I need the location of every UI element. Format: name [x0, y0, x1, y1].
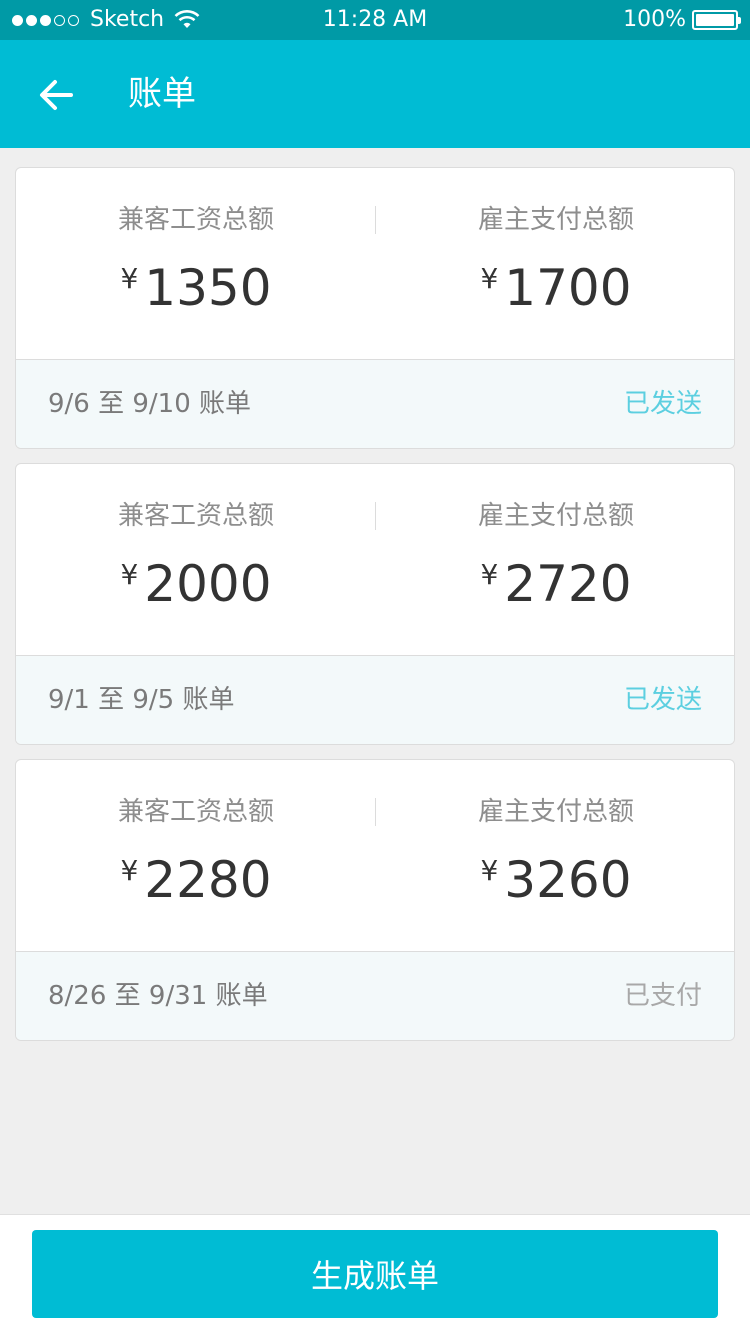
amount-value: 3260	[504, 851, 632, 909]
worker-wage-total: 兼客工资总额 ¥ 2000	[16, 464, 376, 655]
page-title: 账单	[128, 74, 196, 114]
amount-value: 2000	[144, 555, 272, 613]
bill-period: 8/26 至 9/31 账单	[48, 981, 268, 1011]
nav-bar: 账单	[0, 40, 750, 148]
worker-wage-total: 兼客工资总额 ¥ 1350	[16, 168, 376, 359]
generate-bill-button[interactable]: 生成账单	[32, 1230, 718, 1318]
worker-wage-label: 兼客工资总额	[117, 797, 274, 827]
amount-value: 1350	[144, 259, 272, 317]
amount-value: 2720	[504, 555, 632, 613]
worker-wage-label: 兼客工资总额	[117, 501, 274, 531]
bill-card-footer: 9/1 至 9/5 账单 已发送	[16, 655, 734, 744]
worker-wage-label: 兼客工资总额	[117, 205, 274, 235]
battery-icon	[692, 10, 741, 30]
employer-payment-amount: ¥ 1700	[376, 258, 734, 318]
bill-card-footer: 9/6 至 9/10 账单 已发送	[16, 359, 734, 448]
bill-card-footer: 8/26 至 9/31 账单 已支付	[16, 951, 734, 1040]
employer-payment-total: 雇主支付总额 ¥ 2720	[376, 464, 734, 655]
worker-wage-amount: ¥ 2000	[16, 554, 376, 614]
worker-wage-amount: ¥ 1350	[16, 258, 376, 318]
currency-symbol: ¥	[120, 854, 139, 887]
status-bar: Sketch 11:28 AM 100%	[0, 0, 750, 40]
bill-card-summary: 兼客工资总额 ¥ 2000 雇主支付总额 ¥ 2720	[16, 464, 734, 655]
currency-symbol: ¥	[120, 558, 139, 591]
bill-list: 兼客工资总额 ¥ 1350 雇主支付总额 ¥ 1700 9/6 至 9/10 账…	[15, 167, 735, 1055]
employer-payment-total: 雇主支付总额 ¥ 3260	[376, 760, 734, 951]
amount-value: 1700	[504, 259, 632, 317]
bill-status: 已发送	[623, 685, 702, 715]
employer-payment-amount: ¥ 3260	[376, 850, 734, 910]
employer-payment-label: 雇主支付总额	[477, 205, 634, 235]
bill-card-summary: 兼客工资总额 ¥ 1350 雇主支付总额 ¥ 1700	[16, 168, 734, 359]
bill-period: 9/1 至 9/5 账单	[48, 685, 235, 715]
footer-bar: 生成账单	[0, 1214, 750, 1334]
employer-payment-total: 雇主支付总额 ¥ 1700	[376, 168, 734, 359]
battery-percent: 100%	[623, 7, 686, 32]
currency-symbol: ¥	[480, 262, 499, 295]
back-button[interactable]	[28, 70, 84, 120]
currency-symbol: ¥	[120, 262, 139, 295]
bill-period: 9/6 至 9/10 账单	[48, 389, 252, 419]
status-right: 100%	[623, 6, 741, 34]
worker-wage-total: 兼客工资总额 ¥ 2280	[16, 760, 376, 951]
employer-payment-amount: ¥ 2720	[376, 554, 734, 614]
currency-symbol: ¥	[480, 558, 499, 591]
bill-status: 已支付	[623, 981, 702, 1011]
bill-card-summary: 兼客工资总额 ¥ 2280 雇主支付总额 ¥ 3260	[16, 760, 734, 951]
bill-status: 已发送	[623, 389, 702, 419]
arrow-left-icon	[40, 80, 73, 110]
amount-value: 2280	[144, 851, 272, 909]
bill-card[interactable]: 兼客工资总额 ¥ 1350 雇主支付总额 ¥ 1700 9/6 至 9/10 账…	[15, 167, 735, 449]
currency-symbol: ¥	[480, 854, 499, 887]
employer-payment-label: 雇主支付总额	[477, 501, 634, 531]
bill-card[interactable]: 兼客工资总额 ¥ 2280 雇主支付总额 ¥ 3260 8/26 至 9/31 …	[15, 759, 735, 1041]
worker-wage-amount: ¥ 2280	[16, 850, 376, 910]
bill-card[interactable]: 兼客工资总额 ¥ 2000 雇主支付总额 ¥ 2720 9/1 至 9/5 账单…	[15, 463, 735, 745]
employer-payment-label: 雇主支付总额	[477, 797, 634, 827]
